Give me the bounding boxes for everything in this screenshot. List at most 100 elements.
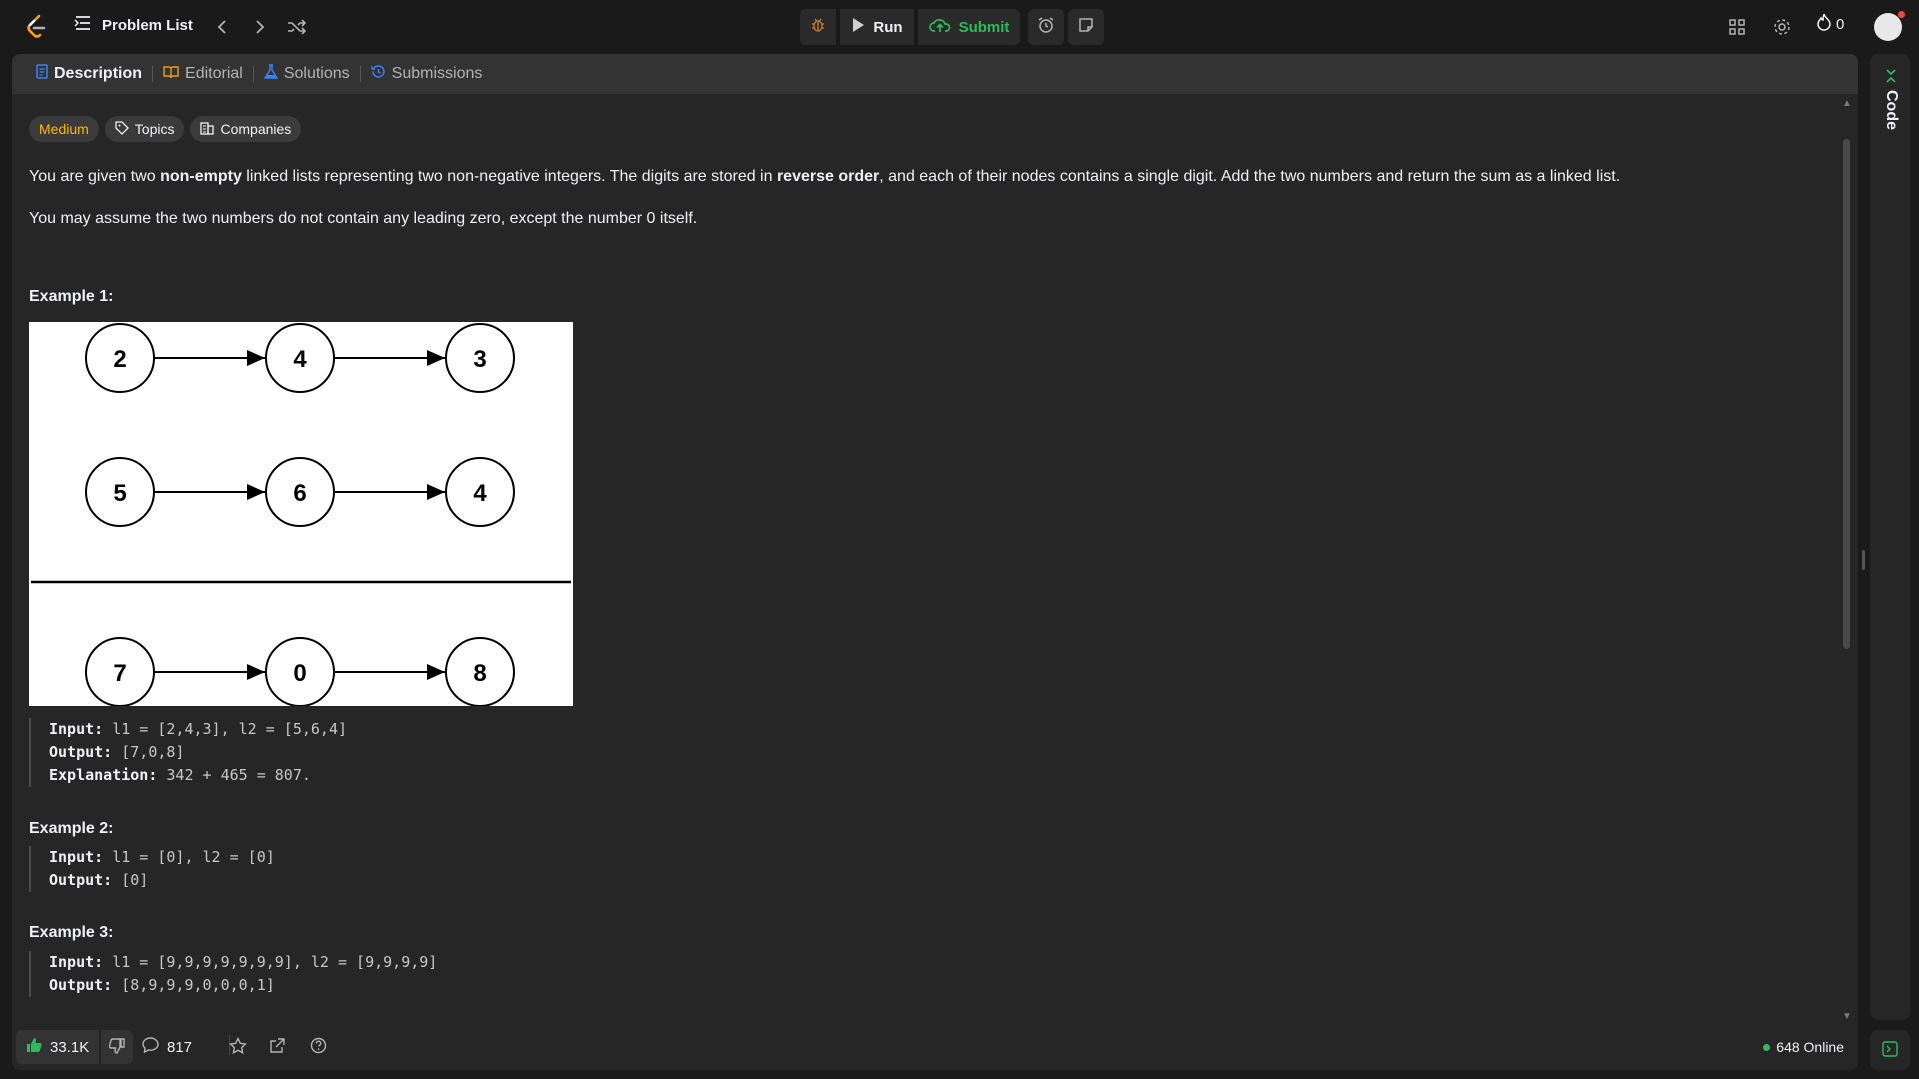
statement-text: , and each of their nodes contains a sin… [879,168,1621,185]
share-external-icon[interactable] [269,1037,286,1054]
list-node: 8 [445,637,515,707]
play-icon [851,17,865,37]
flask-icon [263,64,279,84]
example-3-block: Input: l1 = [9,9,9,9,9,9,9], l2 = [9,9,9… [29,951,437,997]
debug-button[interactable] [800,9,836,45]
flame-icon [1816,13,1832,35]
node-value: 2 [113,346,126,373]
example-key: Input: [49,953,104,971]
panel-resize-handle[interactable] [1862,550,1865,570]
scroll-down-icon[interactable]: ▼ [1840,1011,1854,1025]
run-label: Run [873,18,903,36]
node-value: 4 [473,480,487,507]
example-1-block: Input: l1 = [2,4,3], l2 = [5,6,4] Output… [29,718,347,787]
node-value: 7 [113,660,126,687]
like-button[interactable]: 33.1K [16,1030,100,1064]
panel-footer: 33.1K 817 648 Online [12,1026,1858,1070]
vote-group: 33.1K [16,1030,134,1064]
list-node: 2 [85,323,155,393]
example-line: Output: [7,0,8] [49,741,347,764]
example-line: Output: [8,9,9,9,0,0,0,1] [49,974,437,997]
example-line: Input: l1 = [9,9,9,9,9,9,9], l2 = [9,9,9… [49,951,437,974]
example-2-block: Input: l1 = [0], l2 = [0] Output: [0] [29,846,275,892]
example-value: l1 = [0], l2 = [0] [103,848,275,866]
submit-label: Submit [958,18,1010,36]
scroll-up-icon[interactable]: ▲ [1840,98,1854,112]
comment-count: 817 [167,1038,193,1056]
favorite-star-icon[interactable] [229,1037,247,1055]
code-tab[interactable]: Code [1882,68,1900,130]
layout-grid-icon[interactable] [1722,12,1752,42]
scrollbar-thumb[interactable] [1843,139,1850,649]
avatar[interactable] [1874,11,1905,41]
timer-button[interactable] [1028,9,1064,45]
console-toggle-button[interactable] [1870,1030,1910,1070]
code-brackets-icon [1882,68,1900,84]
example-key: Output: [49,743,113,761]
comments-button[interactable]: 817 [142,1037,192,1057]
help-icon[interactable] [310,1037,327,1054]
example-value: 342 + 465 = 807. [157,766,311,784]
example-3-title: Example 3: [29,924,114,941]
example-value: l1 = [2,4,3], l2 = [5,6,4] [103,720,348,738]
node-value: 6 [293,480,306,507]
notes-button[interactable] [1068,9,1104,45]
run-button[interactable]: Run [840,9,914,45]
example-key: Output: [49,976,113,994]
list-node: 4 [445,457,515,527]
statement-bold: non-empty [160,168,242,185]
description-icon [36,64,48,84]
difficulty-label: Medium [39,121,89,137]
linked-list-diagram: 2 4 3 5 6 4 7 0 8 [29,322,573,707]
statement-bold: reverse order [776,168,880,185]
settings-gear-icon[interactable] [1767,12,1797,42]
tab-submissions-label: Submissions [391,65,483,82]
companies-button[interactable]: Companies [190,116,302,142]
difficulty-badge: Medium [29,116,99,142]
history-icon [370,64,386,84]
terminal-icon [1882,1040,1898,1060]
description-panel: Description Editorial Solutions Submissi… [12,54,1858,1070]
streak-count: 0 [1836,15,1845,33]
example-value: [0] [112,871,149,889]
tab-editorial-label: Editorial [185,65,243,82]
example-value: [8,9,9,9,0,0,0,1] [112,976,275,994]
problem-note: You may assume the two numbers do not co… [29,210,698,227]
bug-icon [809,16,827,38]
prev-problem-icon[interactable] [210,15,234,39]
thumbs-down-icon [109,1037,125,1057]
list-node: 0 [265,637,335,707]
tab-description-label: Description [54,65,143,82]
example-2-title: Example 2: [29,820,114,837]
tab-solutions[interactable]: Solutions [254,54,360,94]
tab-description[interactable]: Description [26,54,152,94]
topics-label: Topics [134,121,175,137]
example-line: Input: l1 = [2,4,3], l2 = [5,6,4] [49,718,347,741]
problem-list-label: Problem List [102,16,193,34]
top-navbar: Problem List Run Submit 0 [0,0,1919,54]
list-icon [74,15,92,35]
tab-editorial[interactable]: Editorial [153,54,253,94]
collapsed-code-panel[interactable]: Code [1870,54,1910,1020]
example-line: Explanation: 342 + 465 = 807. [49,764,347,787]
building-icon [200,121,215,138]
submit-button[interactable]: Submit [918,9,1020,45]
leetcode-logo-icon[interactable] [22,13,50,41]
example-value: l1 = [9,9,9,9,9,9,9], l2 = [9,9,9,9] [103,953,438,971]
topics-button[interactable]: Topics [104,116,185,142]
shuffle-icon[interactable] [285,15,309,39]
example-key: Output: [49,871,113,889]
dislike-button[interactable] [101,1030,134,1064]
like-count: 33.1K [50,1038,90,1056]
comment-icon [142,1037,159,1057]
statement-text: linked lists representing two non-negati… [241,168,777,185]
node-value: 4 [293,346,307,373]
node-value: 0 [293,660,306,687]
example-value: [7,0,8] [112,743,185,761]
online-status: 648 Online [1763,1039,1844,1055]
streak-counter[interactable]: 0 [1816,13,1844,35]
example-line: Output: [0] [49,869,275,892]
next-problem-icon[interactable] [248,15,272,39]
tab-submissions[interactable]: Submissions [361,54,493,94]
problem-list-button[interactable]: Problem List [74,15,193,35]
